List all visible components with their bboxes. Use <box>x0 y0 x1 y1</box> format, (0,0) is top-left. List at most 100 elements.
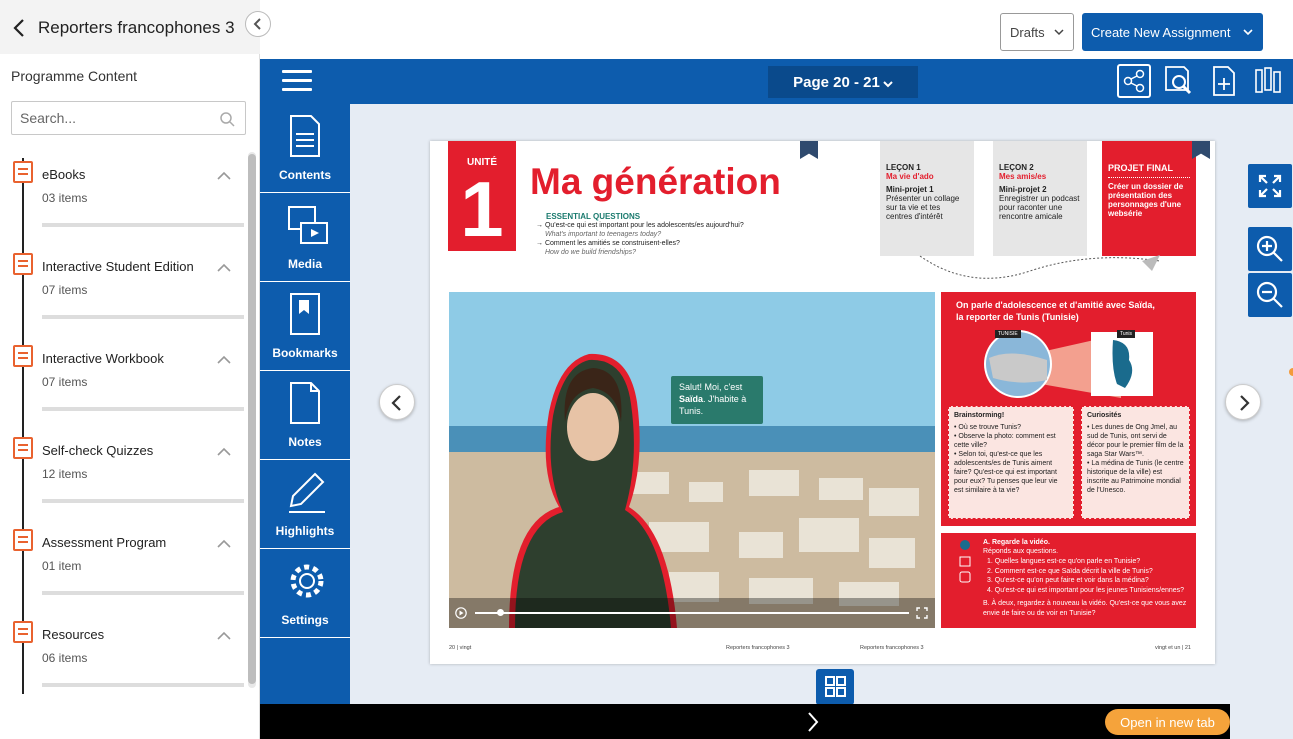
chevron-up-icon[interactable] <box>216 263 232 273</box>
play-icon[interactable] <box>455 607 467 619</box>
collapse-sidebar-button[interactable] <box>245 11 271 37</box>
create-new-assignment-button[interactable]: Create New Assignment <box>1082 13 1263 51</box>
essential-questions-title: ESSENTIAL QUESTIONS <box>546 212 641 221</box>
chevron-left-icon <box>253 18 261 30</box>
section-interactive-student-edition[interactable]: Interactive Student Edition 07 items <box>0 253 248 345</box>
document-icon <box>13 345 33 367</box>
media-icon <box>288 206 328 244</box>
page-selector-label: Page 20 - 21 <box>793 73 880 91</box>
section-interactive-workbook[interactable]: Interactive Workbook 07 items <box>0 345 248 437</box>
fullscreen-icon[interactable] <box>916 607 928 619</box>
chevron-down-icon <box>1054 29 1064 36</box>
zoom-out-button[interactable] <box>1248 273 1292 317</box>
section-ebooks[interactable]: eBooks 03 items <box>0 161 248 253</box>
zoom-out-icon <box>1256 281 1283 308</box>
chevron-up-icon[interactable] <box>216 355 232 365</box>
section-count: 03 items <box>42 191 88 205</box>
pens-button[interactable] <box>1252 64 1286 98</box>
chevron-up-icon[interactable] <box>216 631 232 641</box>
share-button[interactable] <box>1117 64 1151 98</box>
video-progress-track[interactable] <box>475 612 909 614</box>
programme-content-label: Programme Content <box>11 68 138 84</box>
info-panel: On parle d'adolescence et d'amitié avec … <box>941 292 1196 526</box>
bookmark-icon <box>290 293 320 335</box>
previous-page-button[interactable] <box>379 384 415 420</box>
rail-media[interactable]: Media <box>260 193 350 282</box>
path-decoration <box>919 255 1161 279</box>
search-input[interactable] <box>20 103 210 133</box>
section-name: Assessment Program <box>42 535 167 550</box>
bubble-text-1: Salut! Moi, c'est <box>679 382 743 392</box>
page-search-icon <box>1165 66 1192 95</box>
search-icon[interactable] <box>219 111 235 127</box>
sidebar-scrollbar[interactable] <box>248 152 256 688</box>
chevron-right-icon[interactable] <box>805 710 821 734</box>
page-search-button[interactable] <box>1162 64 1196 98</box>
curiosites-box: Curiosités • Les dunes de Ong Jmel, au s… <box>1081 406 1190 519</box>
section-name: Interactive Workbook <box>42 351 164 366</box>
page-selector[interactable]: Page 20 - 21 <box>768 66 918 98</box>
menu-icon[interactable] <box>282 70 312 92</box>
question-1-en: What's important to teenagers today? <box>545 231 662 238</box>
unit-number: 1 <box>460 165 504 253</box>
expand-button[interactable] <box>1248 164 1292 208</box>
create-label: Create New Assignment <box>1091 24 1231 40</box>
video-progress-thumb[interactable] <box>497 609 504 616</box>
open-in-new-tab-button[interactable]: Open in new tab <box>1105 709 1230 735</box>
next-page-button[interactable] <box>1225 384 1261 420</box>
textbook-spread: UNITÉ 1 Ma génération ESSENTIAL QUESTION… <box>430 141 1215 664</box>
thumbnail-grid-button[interactable] <box>816 669 854 705</box>
section-count: 01 item <box>42 559 82 573</box>
bookmark-ribbon-icon[interactable] <box>800 141 818 159</box>
page-footer-right: vingt et un | 21 <box>1155 645 1191 651</box>
chevron-up-icon[interactable] <box>216 447 232 457</box>
brainstorm-item: • Observe la photo: comment est cette vi… <box>954 433 1056 449</box>
rail-label: Highlights <box>275 524 335 538</box>
progress-bar <box>42 407 244 411</box>
add-page-icon <box>1213 66 1235 96</box>
sidebar-header: Reporters francophones 3 <box>0 0 260 54</box>
add-page-button[interactable] <box>1208 64 1242 98</box>
bubble-name: Saïda <box>679 394 704 404</box>
video-player[interactable]: Salut! Moi, c'est Saïda. J'habite à Tuni… <box>449 292 935 628</box>
section-count: 06 items <box>42 651 88 665</box>
zoom-in-icon <box>1256 235 1283 262</box>
lecon-1-card: LEÇON 1 Ma vie d'ado Mini-projet 1 Prése… <box>880 141 974 256</box>
pens-icon <box>1255 67 1281 93</box>
viewer-side-rail: Contents Media Bookmarks Notes Highlight… <box>260 104 350 739</box>
rail-settings[interactable]: Settings <box>260 549 350 638</box>
progress-bar <box>42 499 244 503</box>
section-resources[interactable]: Resources 06 items <box>0 621 248 713</box>
map-label-tunisie: TUNISIE <box>995 330 1021 338</box>
drafts-select[interactable]: Drafts <box>1000 13 1074 51</box>
chevron-right-icon <box>1240 395 1250 411</box>
task-a2: Réponds aux questions. <box>983 548 1059 555</box>
notes-icon <box>290 382 320 424</box>
rail-label: Contents <box>279 168 331 182</box>
bookmark-ribbon-icon[interactable] <box>1192 141 1210 159</box>
edge-indicator <box>1289 368 1293 376</box>
share-icon <box>1123 69 1145 93</box>
section-name: eBooks <box>42 167 86 182</box>
section-self-check-quizzes[interactable]: Self-check Quizzes 12 items <box>0 437 248 529</box>
brainstorm-title: Brainstorming! <box>954 412 1005 419</box>
lecon-2-head: LEÇON 2 <box>999 163 1034 172</box>
rail-highlights[interactable]: Highlights <box>260 460 350 549</box>
expand-icon <box>1258 174 1282 198</box>
chevron-up-icon[interactable] <box>216 171 232 181</box>
projet-head: PROJET FINAL <box>1108 163 1174 173</box>
rail-contents[interactable]: Contents <box>260 104 350 193</box>
rail-bookmarks[interactable]: Bookmarks <box>260 282 350 371</box>
zoom-in-button[interactable] <box>1248 227 1292 271</box>
scrollbar-thumb[interactable] <box>248 154 256 684</box>
document-icon <box>13 437 33 459</box>
document-icon <box>13 253 33 275</box>
chevron-down-icon <box>1243 29 1253 36</box>
search-field[interactable] <box>11 101 246 135</box>
back-chevron-icon[interactable] <box>12 18 26 38</box>
chevron-up-icon[interactable] <box>216 539 232 549</box>
rail-label: Media <box>287 257 322 271</box>
lecon-2-proj: Mini-projet 2 <box>999 185 1047 194</box>
section-assessment-program[interactable]: Assessment Program 01 item <box>0 529 248 621</box>
rail-notes[interactable]: Notes <box>260 371 350 460</box>
